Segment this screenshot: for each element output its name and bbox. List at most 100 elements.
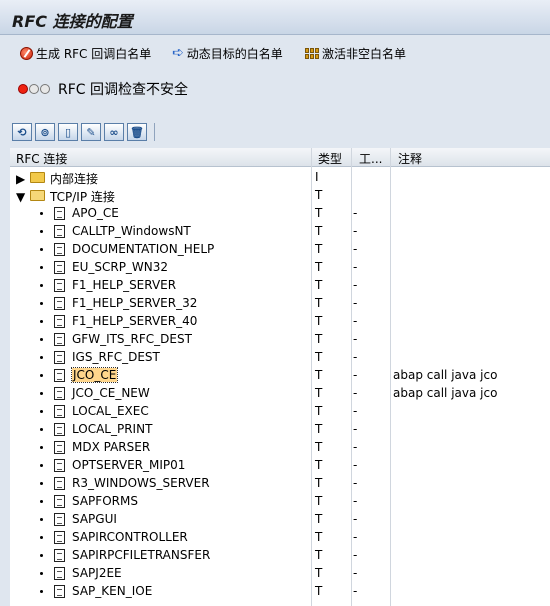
table-row[interactable]: JCO_CE_NEW T - abap call java jco <box>10 384 550 402</box>
tool-cell: - <box>353 386 358 400</box>
generate-whitelist-label: 生成 RFC 回调白名单 <box>36 46 152 61</box>
rfc-name-cell[interactable]: SAPIRPCFILETRANSFER <box>72 548 210 562</box>
table-row[interactable]: SAPJ2EE T - <box>10 564 550 582</box>
column-header-rfc[interactable]: RFC 连接 <box>16 150 67 167</box>
table-row[interactable]: F1_HELP_SERVER_32 T - <box>10 294 550 312</box>
table-row[interactable]: MDX PARSER T - <box>10 438 550 456</box>
display-button[interactable]: ∞ <box>104 123 124 141</box>
rfc-name-cell[interactable]: MDX PARSER <box>72 440 150 454</box>
delete-button[interactable]: 🗑 <box>127 123 147 141</box>
bullet-icon <box>40 518 43 521</box>
rfc-name-cell[interactable]: OPTSERVER_MIP01 <box>72 458 185 472</box>
table-row[interactable]: F1_HELP_SERVER_40 T - <box>10 312 550 330</box>
type-cell: T <box>315 548 323 562</box>
create-button[interactable]: ▯ <box>58 123 78 141</box>
document-icon <box>54 495 65 508</box>
table-row[interactable]: SAPGUI T - <box>10 510 550 528</box>
table-row[interactable]: LOCAL_EXEC T - <box>10 402 550 420</box>
rfc-name-cell[interactable]: R3_WINDOWS_SERVER <box>72 476 210 490</box>
type-cell: T <box>315 440 323 454</box>
tool-cell: - <box>353 278 358 292</box>
rfc-name-cell[interactable]: F1_HELP_SERVER <box>72 278 176 292</box>
status-line: RFC 回调检查不安全 <box>18 79 188 99</box>
tree-folder-row[interactable]: ▶ 内部连接 I <box>10 168 550 186</box>
type-cell: T <box>315 314 323 328</box>
bullet-icon <box>40 464 43 467</box>
folder-label: 内部连接 <box>50 172 99 186</box>
refresh-button[interactable]: ⟲ <box>12 123 32 141</box>
type-cell: T <box>315 584 323 598</box>
rfc-name-cell[interactable]: SAPJ2EE <box>72 566 122 580</box>
document-icon <box>54 423 65 436</box>
rfc-name-cell[interactable]: GFW_ITS_RFC_DEST <box>72 332 192 346</box>
rfc-name-cell[interactable]: LOCAL_EXEC <box>72 404 149 418</box>
tool-cell: - <box>353 314 358 328</box>
table-row[interactable]: SAPIRPCFILETRANSFER T - <box>10 546 550 564</box>
activate-whitelist-button[interactable]: 激活非空白名单 <box>305 45 406 61</box>
table-row[interactable]: DOCUMENTATION_HELP T - <box>10 240 550 258</box>
table-row[interactable]: OPTSERVER_MIP01 T - <box>10 456 550 474</box>
bullet-icon <box>40 248 43 251</box>
column-header-row: RFC 连接 类型 工... 注释 <box>10 148 550 167</box>
table-row[interactable]: LOCAL_PRINT T - <box>10 420 550 438</box>
table-row[interactable]: JCO_CE T - abap call java jco <box>10 366 550 384</box>
table-row[interactable]: APO_CE T - <box>10 204 550 222</box>
type-cell: T <box>315 530 323 544</box>
document-icon <box>54 567 65 580</box>
tool-cell: - <box>353 368 358 382</box>
arrow-right-icon: ➪ <box>172 45 184 61</box>
table-row[interactable]: CALLTP_WindowsNT T - <box>10 222 550 240</box>
rfc-name-cell[interactable]: F1_HELP_SERVER_40 <box>72 314 197 328</box>
rfc-name-cell[interactable]: SAP_KEN_IOE <box>72 584 152 598</box>
rfc-name-cell[interactable]: APO_CE <box>72 206 119 220</box>
rfc-name-cell[interactable]: CALLTP_WindowsNT <box>72 224 191 238</box>
table-row[interactable]: SAP_KEN_IOE T - <box>10 582 550 600</box>
bullet-icon <box>40 212 43 215</box>
table-row[interactable]: IGS_RFC_DEST T - <box>10 348 550 366</box>
table-row[interactable]: GFW_ITS_RFC_DEST T - <box>10 330 550 348</box>
tool-cell: - <box>353 224 358 238</box>
column-header-comment[interactable]: 注释 <box>398 150 422 167</box>
rfc-name-cell[interactable]: F1_HELP_SERVER_32 <box>72 296 197 310</box>
tree-folder-row[interactable]: ▼ TCP/IP 连接 T <box>10 186 550 204</box>
comment-cell: abap call java jco <box>393 386 498 400</box>
document-icon <box>54 585 65 598</box>
rfc-name-cell[interactable]: EU_SCRP_WN32 <box>72 260 168 274</box>
document-icon <box>54 549 65 562</box>
document-icon <box>54 243 65 256</box>
rfc-name-cell[interactable]: LOCAL_PRINT <box>72 422 152 436</box>
bullet-icon <box>40 500 43 503</box>
generate-whitelist-button[interactable]: 生成 RFC 回调白名单 <box>20 45 151 61</box>
table-row[interactable]: SAPFORMS T - <box>10 492 550 510</box>
bullet-icon <box>40 284 43 287</box>
tool-cell: - <box>353 584 358 598</box>
rfc-name-cell[interactable]: IGS_RFC_DEST <box>72 350 160 364</box>
rfc-name-cell[interactable]: JCO_CE_NEW <box>72 386 150 400</box>
rfc-name-cell[interactable]: SAPGUI <box>72 512 117 526</box>
bullet-icon <box>40 446 43 449</box>
traffic-light-icon <box>18 84 50 94</box>
tool-cell: - <box>353 494 358 508</box>
bullet-icon <box>40 392 43 395</box>
rfc-name-cell[interactable]: JCO_CE <box>70 367 119 383</box>
bullet-icon <box>40 410 43 413</box>
table-row[interactable]: SAPIRCONTROLLER T - <box>10 528 550 546</box>
folder-icon <box>30 190 45 201</box>
column-header-tool[interactable]: 工... <box>359 150 382 167</box>
table-row[interactable]: F1_HELP_SERVER T - <box>10 276 550 294</box>
expand-closed-icon[interactable]: ▶ <box>16 172 25 186</box>
table-row[interactable]: R3_WINDOWS_SERVER T - <box>10 474 550 492</box>
dynamic-whitelist-button[interactable]: ➪ 动态目标的白名单 <box>172 45 283 61</box>
type-cell: T <box>315 404 323 418</box>
rfc-connection-tree: RFC 连接 类型 工... 注释 ▶ 内部连接 I ▼ TCP/IP 连接 T APO_C… <box>10 148 550 606</box>
search-button[interactable]: ⊚ <box>35 123 55 141</box>
rfc-name-cell[interactable]: SAPIRCONTROLLER <box>72 530 188 544</box>
edit-button[interactable]: ✎ <box>81 123 101 141</box>
table-row[interactable]: EU_SCRP_WN32 T - <box>10 258 550 276</box>
bullet-icon <box>40 482 43 485</box>
expand-open-icon[interactable]: ▼ <box>16 190 25 204</box>
type-cell: T <box>315 296 323 310</box>
column-header-type[interactable]: 类型 <box>318 150 342 167</box>
rfc-name-cell[interactable]: SAPFORMS <box>72 494 138 508</box>
rfc-name-cell[interactable]: DOCUMENTATION_HELP <box>72 242 214 256</box>
